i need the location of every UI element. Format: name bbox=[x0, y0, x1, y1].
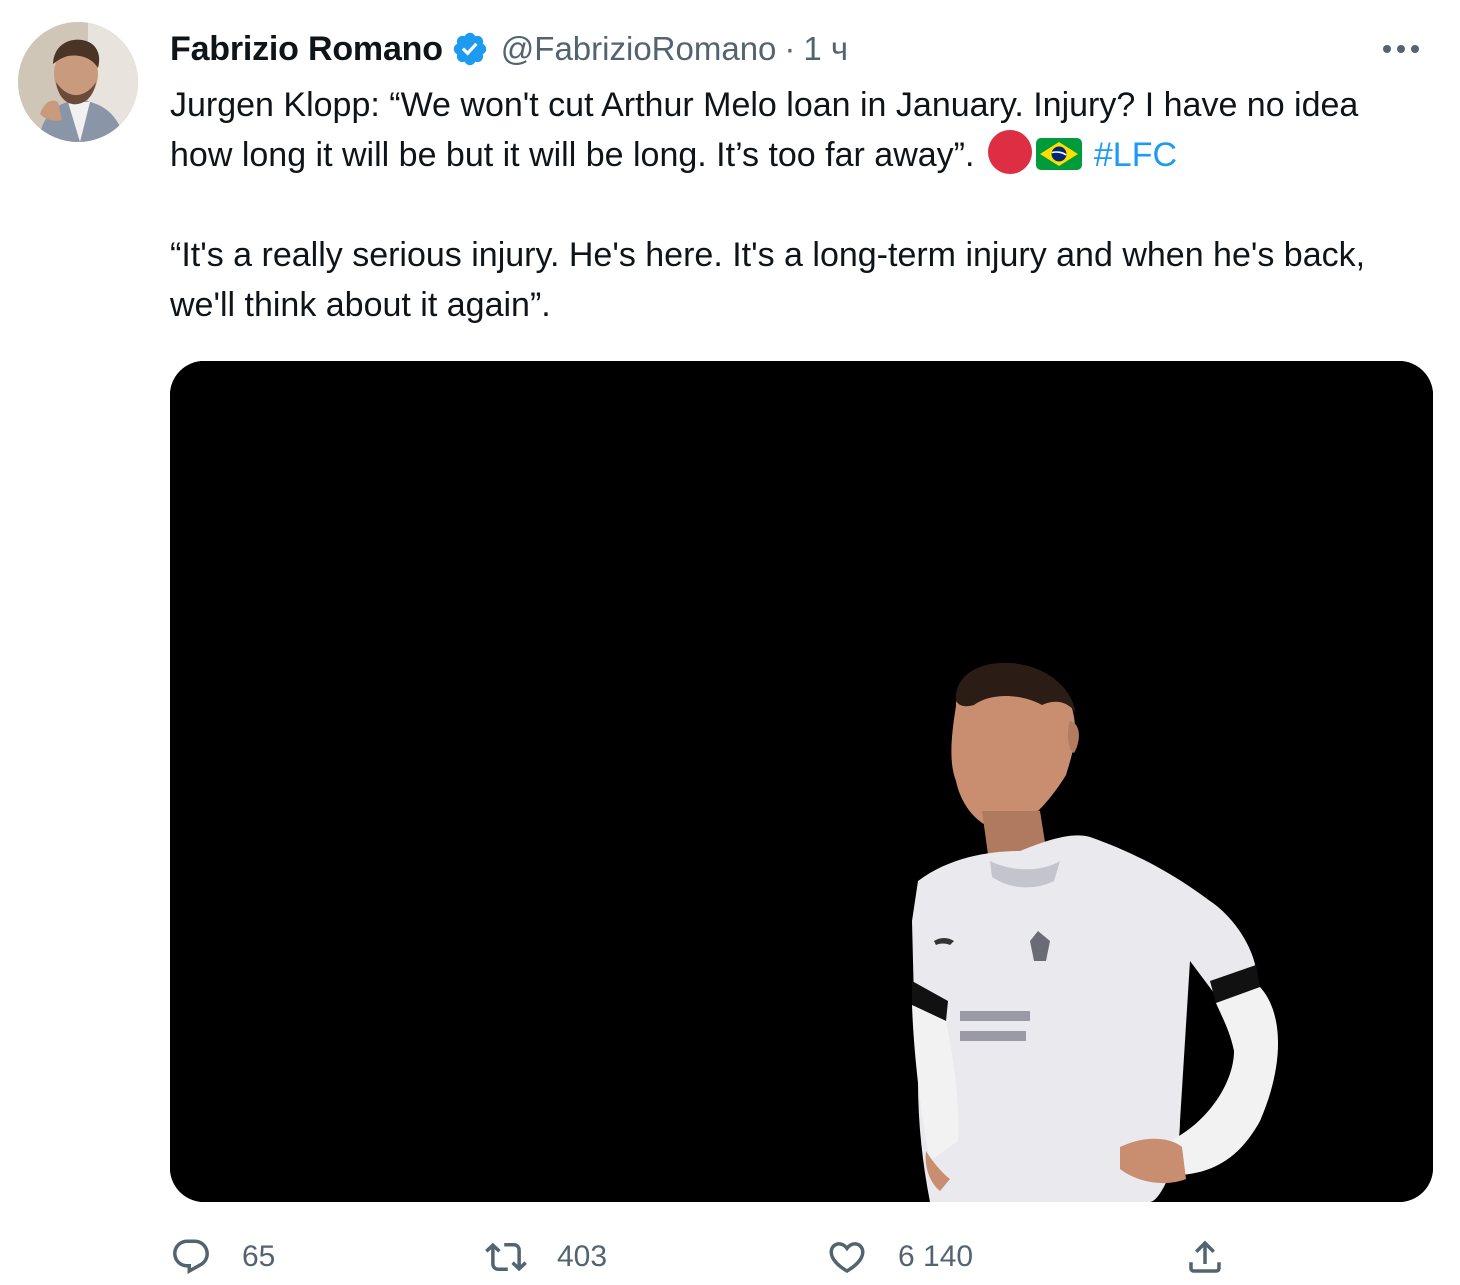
tweet-actions: 65 403 6 140 bbox=[170, 1232, 1250, 1282]
brazil-flag-emoji bbox=[1035, 134, 1082, 170]
like-button[interactable]: 6 140 bbox=[826, 1232, 973, 1282]
like-icon bbox=[826, 1236, 868, 1278]
author-display-name[interactable]: Fabrizio Romano bbox=[170, 30, 443, 69]
tweet-timestamp[interactable]: 1 ч bbox=[803, 30, 848, 68]
hashtag-link[interactable]: #LFC bbox=[1094, 136, 1177, 174]
separator-dot: · bbox=[784, 30, 796, 67]
tweet: Fabrizio Romano @FabrizioRomano · 1 ч Ju… bbox=[0, 0, 1460, 1285]
tweet-header: Fabrizio Romano @FabrizioRomano · 1 ч bbox=[170, 26, 1440, 72]
like-count: 6 140 bbox=[898, 1240, 974, 1273]
reply-count: 65 bbox=[242, 1240, 276, 1273]
retweet-count: 403 bbox=[557, 1240, 608, 1273]
reply-button[interactable]: 65 bbox=[170, 1232, 275, 1282]
more-options-button[interactable] bbox=[1372, 26, 1430, 72]
retweet-icon bbox=[485, 1236, 527, 1278]
verified-badge-icon bbox=[451, 30, 489, 68]
avatar[interactable] bbox=[18, 22, 138, 142]
tweet-paragraph-2: “It's a really serious injury. He's here… bbox=[170, 236, 1366, 324]
tweet-media-photo[interactable] bbox=[170, 361, 1433, 1202]
tweet-text: Jurgen Klopp: “We won't cut Arthur Melo … bbox=[170, 80, 1430, 330]
retweet-button[interactable]: 403 bbox=[485, 1232, 607, 1282]
more-dots-icon bbox=[1383, 45, 1419, 53]
red-circle-emoji bbox=[987, 130, 1032, 174]
author-handle[interactable]: @FabrizioRomano bbox=[501, 30, 777, 68]
tweet-text-line1: Jurgen Klopp: “We won't cut Arthur Melo … bbox=[170, 86, 1359, 174]
avatar-image bbox=[18, 22, 138, 142]
reply-icon bbox=[170, 1236, 212, 1278]
player-photo bbox=[170, 361, 1433, 1202]
tweet-paragraph-1: Jurgen Klopp: “We won't cut Arthur Melo … bbox=[170, 80, 1430, 180]
share-button[interactable] bbox=[1184, 1232, 1226, 1282]
share-icon bbox=[1184, 1236, 1226, 1278]
